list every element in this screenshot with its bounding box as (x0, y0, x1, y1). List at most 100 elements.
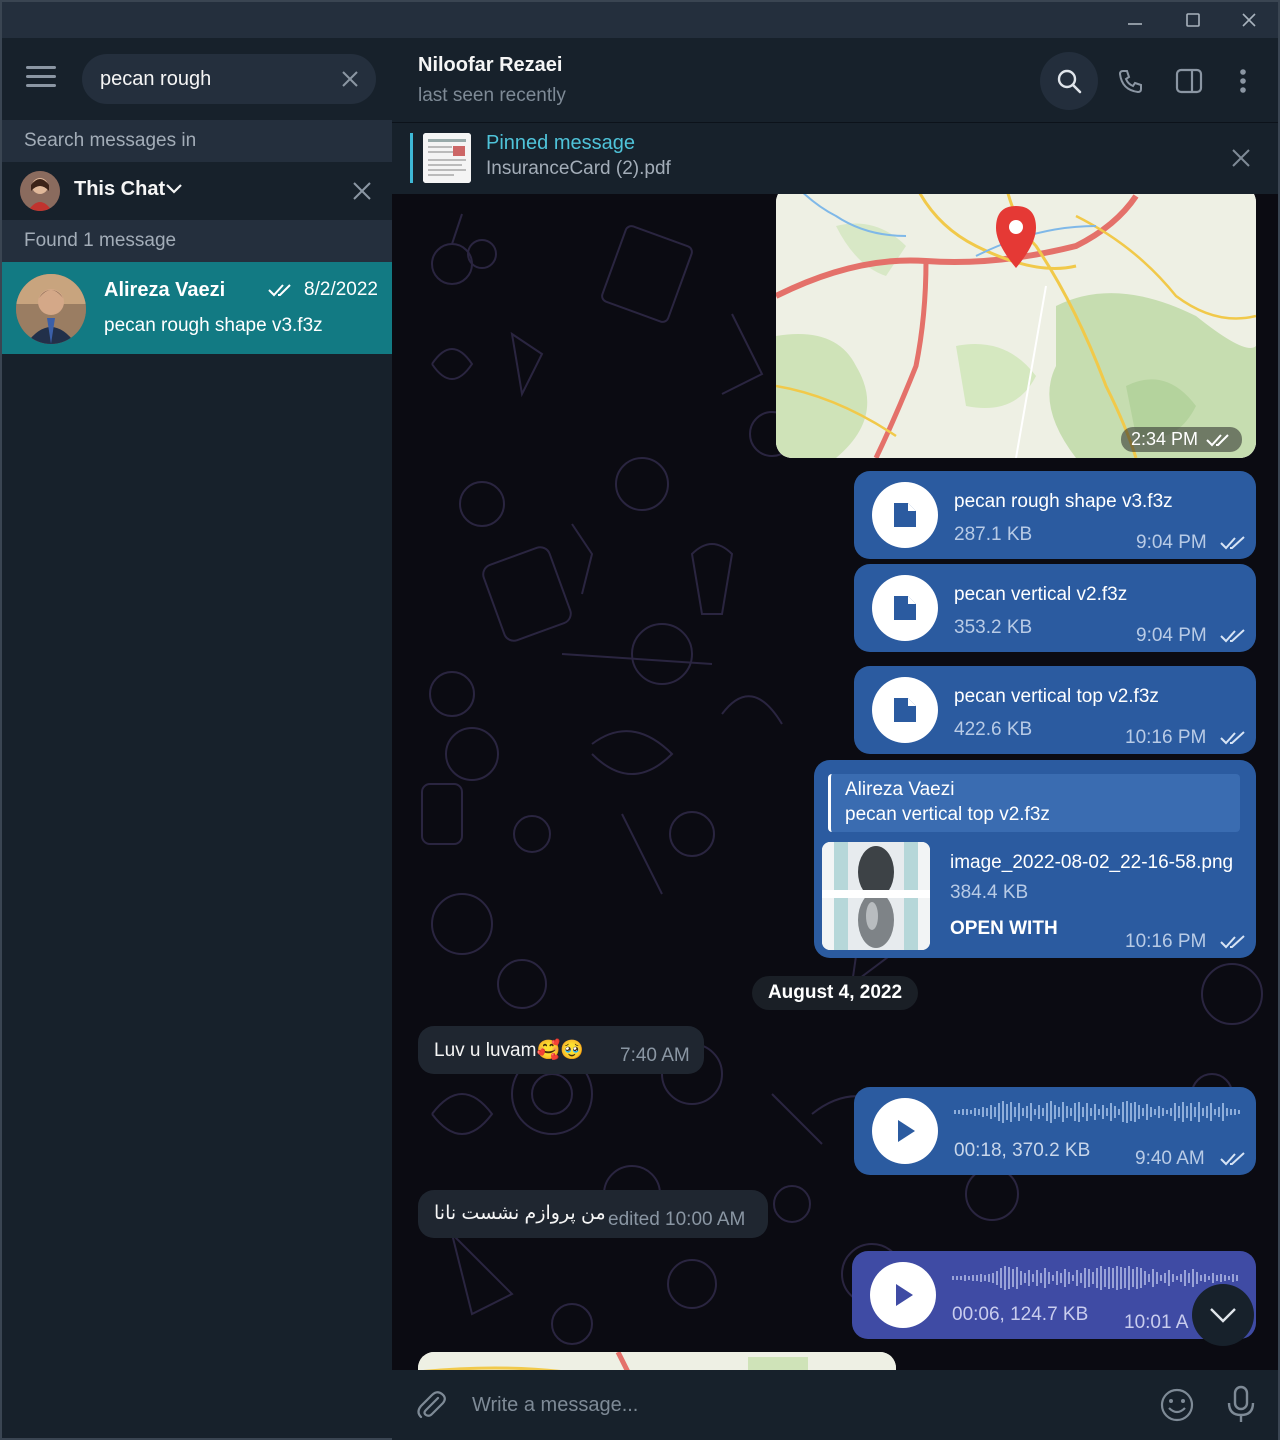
chevron-down-icon (1210, 1308, 1236, 1323)
clear-search-icon[interactable] (338, 67, 362, 91)
voice-waveform[interactable] (954, 1097, 1244, 1127)
search-scope[interactable]: This Chat (2, 162, 392, 220)
message-input[interactable] (472, 1390, 1072, 1420)
avatar (20, 171, 60, 211)
message-time: 7:40 AM (620, 1045, 690, 1066)
panel-icon (1175, 68, 1203, 94)
result-text: pecan rough shape v3.f3z (104, 315, 323, 336)
message-time: 9:04 PM (1136, 532, 1207, 553)
emoji-icon[interactable] (1158, 1386, 1196, 1424)
image-thumbnail[interactable] (822, 842, 930, 950)
pinned-indicator (410, 133, 413, 183)
reply-image-message[interactable]: Alireza Vaezi pecan vertical top v2.f3z … (814, 760, 1256, 958)
close-pinned-icon[interactable] (1230, 147, 1252, 169)
file-message[interactable]: pecan vertical v2.f3z 353.2 KB 9:04 PM (854, 564, 1256, 652)
peer-name[interactable]: Niloofar Rezaei (418, 54, 562, 77)
message-text: من پروازم نشست نانا (434, 1203, 606, 1224)
file-icon (894, 698, 916, 722)
file-size: 384.4 KB (950, 882, 1029, 903)
chevron-down-icon[interactable] (165, 182, 183, 196)
telegram-window: Search messages in This Chat Found 1 mes… (0, 0, 1280, 1440)
double-check-icon (1220, 1152, 1245, 1166)
double-check-icon (1220, 536, 1245, 550)
open-with-link[interactable]: OPEN WITH (950, 918, 1058, 940)
play-icon (896, 1284, 913, 1306)
location-message[interactable] (418, 1352, 896, 1370)
play-button[interactable] (872, 1098, 938, 1164)
close-window-button[interactable] (1222, 2, 1276, 38)
pinned-file-name: InsuranceCard (2).pdf (486, 158, 671, 179)
file-size: 287.1 KB (954, 524, 1033, 545)
search-icon (1057, 69, 1082, 94)
result-date: 8/2/2022 (304, 279, 378, 300)
more-button[interactable] (1214, 52, 1272, 110)
pinned-thumbnail (423, 133, 471, 183)
message-time: 2:34 PM (1120, 427, 1242, 452)
file-message[interactable]: pecan vertical top v2.f3z 422.6 KB 10:16… (854, 666, 1256, 754)
message-text: Luv u luvam🥰🥹 (434, 1040, 584, 1061)
sidebar-header (2, 38, 392, 120)
double-check-icon (1206, 433, 1229, 446)
found-label: Found 1 message (24, 230, 177, 251)
menu-icon[interactable] (26, 66, 56, 90)
microphone-icon[interactable] (1224, 1384, 1258, 1424)
download-file-button[interactable] (872, 482, 938, 548)
attach-icon[interactable] (414, 1388, 448, 1422)
file-name: pecan vertical top v2.f3z (954, 686, 1159, 707)
incoming-message[interactable]: من پروازم نشست نانا edited 10:00 AM (418, 1190, 768, 1238)
map-preview (776, 194, 1256, 458)
search-input[interactable] (100, 66, 330, 92)
incoming-message[interactable]: Luv u luvam🥰🥹 7:40 AM (418, 1026, 704, 1074)
quoted-message[interactable]: Alireza Vaezi pecan vertical top v2.f3z (828, 774, 1240, 832)
scroll-to-bottom-button[interactable] (1192, 1284, 1254, 1346)
double-check-icon (268, 284, 291, 297)
file-name: image_2022-08-02_22-16-58.png (950, 852, 1234, 873)
search-in-section: Search messages in (2, 120, 392, 162)
double-check-icon (1220, 629, 1245, 643)
location-message[interactable]: 2:34 PM (776, 194, 1256, 458)
message-time: 9:40 AM (1135, 1148, 1205, 1169)
sidebar-toggle-button[interactable] (1160, 52, 1218, 110)
peer-status: last seen recently (418, 85, 566, 106)
sidebar: Search messages in This Chat Found 1 mes… (2, 38, 392, 1438)
file-icon (894, 503, 916, 527)
more-vertical-icon (1240, 69, 1246, 93)
map-preview (418, 1352, 896, 1370)
maximize-icon (1186, 13, 1200, 27)
file-name: pecan rough shape v3.f3z (954, 491, 1173, 512)
play-icon (898, 1120, 915, 1142)
close-icon (1242, 13, 1256, 27)
search-button[interactable] (1040, 52, 1098, 110)
message-time: 9:04 PM (1136, 625, 1207, 646)
pinned-title: Pinned message (486, 132, 635, 154)
message-time: 10:16 PM (1125, 727, 1207, 748)
close-scope-icon[interactable] (350, 179, 374, 203)
minimize-button[interactable] (1108, 2, 1162, 38)
pinned-message-bar[interactable]: Pinned message InsuranceCard (2).pdf (392, 122, 1278, 194)
message-composer (392, 1370, 1278, 1440)
file-message[interactable]: pecan rough shape v3.f3z 287.1 KB 9:04 P… (854, 471, 1256, 559)
chat-history[interactable]: 2:34 PM pecan rough shape v3.f3z 287.1 K… (392, 194, 1278, 1370)
voice-waveform[interactable] (952, 1263, 1242, 1293)
double-check-icon (1220, 935, 1245, 949)
play-button[interactable] (870, 1262, 936, 1328)
search-box (82, 54, 376, 104)
double-check-icon (1220, 731, 1245, 745)
download-file-button[interactable] (872, 677, 938, 743)
search-result-item[interactable]: Alireza Vaezi 8/2/2022 pecan rough shape… (2, 262, 392, 354)
download-file-button[interactable] (872, 575, 938, 641)
phone-icon (1118, 70, 1142, 94)
file-size: 422.6 KB (954, 719, 1033, 740)
quoted-text: pecan vertical top v2.f3z (845, 804, 1050, 825)
voice-info: 00:18, 370.2 KB (954, 1140, 1091, 1161)
search-in-label: Search messages in (24, 130, 197, 151)
message-time: 10:01 A (1124, 1312, 1189, 1333)
maximize-button[interactable] (1166, 2, 1220, 38)
minimize-icon (1128, 23, 1142, 25)
message-time: edited 10:00 AM (608, 1209, 746, 1230)
voice-message[interactable]: 00:18, 370.2 KB 9:40 AM (854, 1087, 1256, 1175)
chat-header: Niloofar Rezaei last seen recently (392, 38, 1278, 122)
call-button[interactable] (1102, 52, 1160, 110)
file-name: pecan vertical v2.f3z (954, 584, 1128, 605)
scope-label: This Chat (74, 178, 166, 200)
